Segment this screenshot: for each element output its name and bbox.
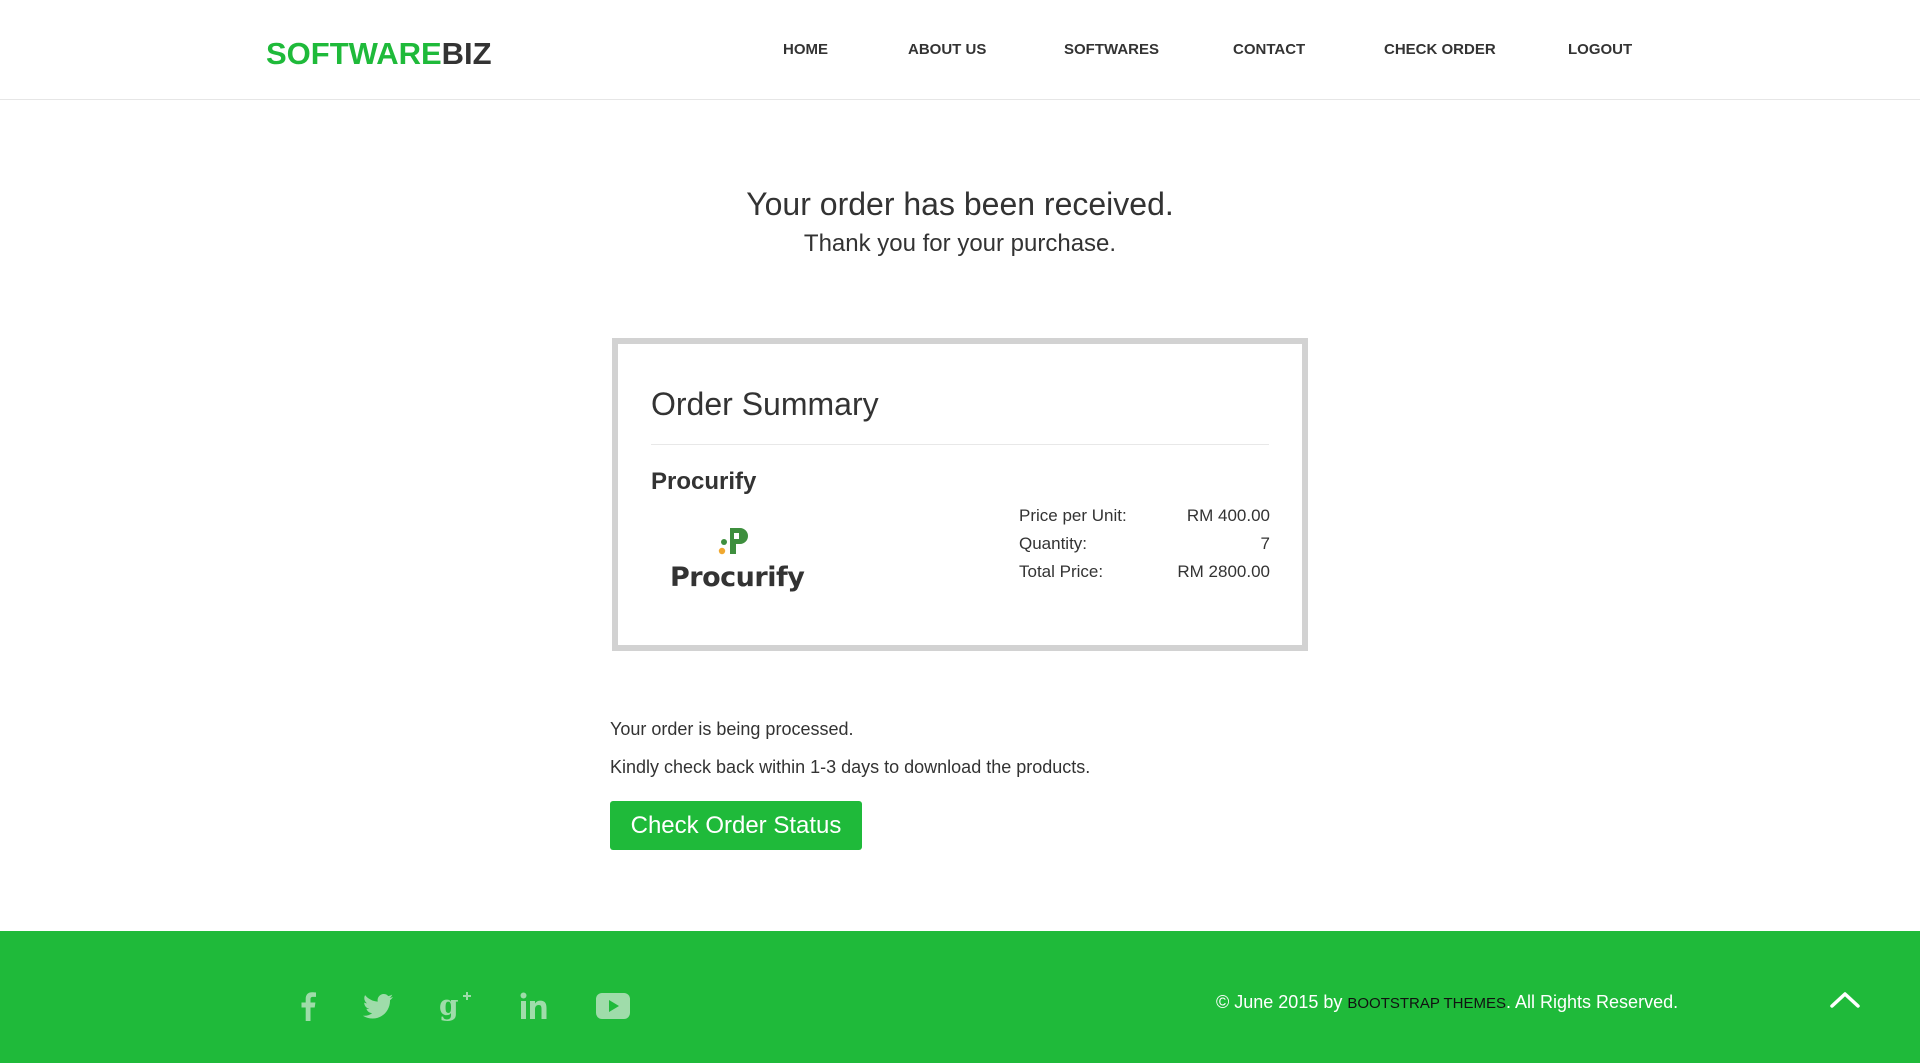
procurify-mark-icon bbox=[718, 528, 748, 555]
google-plus-icon[interactable]: g bbox=[438, 988, 474, 1024]
copyright-prefix: © June 2015 by bbox=[1216, 992, 1348, 1012]
order-summary-panel: Order Summary Procurify Procurify Price … bbox=[612, 338, 1308, 651]
nav-logout[interactable]: LOGOUT bbox=[1568, 40, 1632, 60]
price-per-unit-value: RM 400.00 bbox=[1186, 506, 1270, 525]
quantity-value: 7 bbox=[1260, 534, 1270, 553]
thank-you-subheading: Thank you for your purchase. bbox=[803, 230, 1117, 257]
price-per-unit-label: Price per Unit: bbox=[1019, 506, 1127, 525]
bootstrap-themes-link[interactable]: BOOTSTRAP THEMES bbox=[1347, 995, 1506, 1012]
nav-home[interactable]: HOME bbox=[783, 40, 828, 60]
nav-about-us[interactable]: ABOUT US bbox=[908, 40, 986, 60]
nav-contact[interactable]: CONTACT bbox=[1233, 40, 1305, 60]
total-price-value: RM 2800.00 bbox=[1177, 562, 1270, 581]
quantity-label: Quantity: bbox=[1019, 534, 1088, 553]
procurify-wordmark: Procurify bbox=[670, 562, 805, 593]
processing-message: Your order is being processed. bbox=[610, 719, 854, 739]
total-price-label: Total Price: bbox=[1019, 562, 1104, 581]
nav-check-order[interactable]: CHECK ORDER bbox=[1384, 40, 1496, 60]
product-name: Procurify bbox=[651, 468, 757, 495]
order-summary-title: Order Summary bbox=[651, 386, 879, 422]
nav-softwares[interactable]: SOFTWARES bbox=[1064, 40, 1159, 60]
facebook-icon[interactable] bbox=[290, 988, 326, 1024]
price-per-unit-row: Price per Unit: RM 400.00 bbox=[1019, 502, 1270, 530]
svg-text:g: g bbox=[439, 990, 459, 1022]
procurify-logo: Procurify bbox=[670, 526, 805, 598]
youtube-icon[interactable] bbox=[595, 988, 631, 1024]
site-header: SOFTWAREBIZ HOME ABOUT US SOFTWARES CONT… bbox=[0, 0, 1920, 100]
linkedin-icon[interactable] bbox=[516, 988, 552, 1024]
quantity-row: Quantity: 7 bbox=[1019, 530, 1270, 558]
total-price-row: Total Price: RM 2800.00 bbox=[1019, 558, 1270, 586]
copyright-notice: © June 2015 by BOOTSTRAP THEMES. All Rig… bbox=[1216, 990, 1678, 1016]
main-nav: HOME ABOUT US SOFTWARES CONTACT CHECK OR… bbox=[0, 40, 1920, 60]
check-order-status-button[interactable]: Check Order Status bbox=[610, 801, 862, 850]
check-back-message: Kindly check back within 1-3 days to dow… bbox=[610, 757, 1091, 777]
price-details: Price per Unit: RM 400.00 Quantity: 7 To… bbox=[1019, 502, 1270, 586]
order-summary-divider bbox=[651, 444, 1269, 445]
chevron-up-icon[interactable] bbox=[1828, 986, 1862, 1016]
copyright-suffix: . All Rights Reserved. bbox=[1506, 992, 1679, 1012]
order-received-heading: Your order has been received. bbox=[746, 186, 1174, 222]
twitter-icon[interactable] bbox=[360, 988, 396, 1024]
